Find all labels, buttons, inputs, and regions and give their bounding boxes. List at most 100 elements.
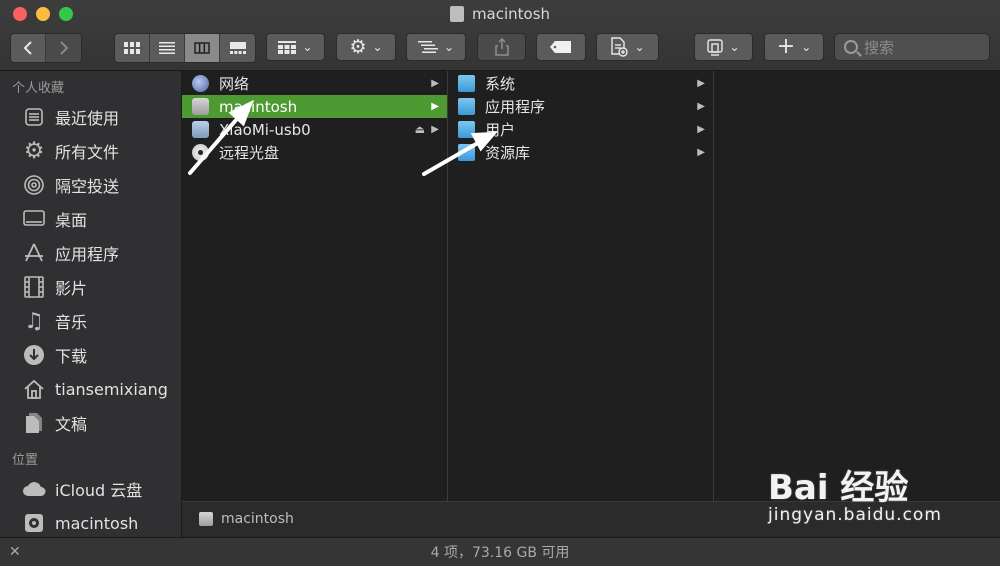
sidebar-item-label: tiansemixiang [55, 379, 168, 399]
list-item-applications[interactable]: 应用程序 ▶ [448, 95, 713, 118]
search-icon [844, 40, 858, 54]
eject-icon[interactable]: ⏏ [415, 123, 425, 136]
sidebar-item-downloads[interactable]: 下载 [0, 338, 181, 372]
applications-icon [22, 242, 46, 264]
tools-icon: ✕ [9, 544, 21, 560]
extension-button[interactable]: ⌄ [694, 33, 753, 61]
list-item-macintosh[interactable]: macintosh ▶ [182, 95, 447, 118]
tag-icon [550, 41, 571, 53]
sidebar-item-music[interactable]: ♫ 音乐 [0, 304, 181, 338]
folder-icon [458, 144, 475, 161]
sidebar-item-label: macintosh [55, 513, 139, 533]
list-item-system[interactable]: 系统 ▶ [448, 72, 713, 95]
sidebar-item-icloud[interactable]: iCloud 云盘 [0, 472, 181, 506]
list-icon [159, 42, 175, 54]
grid-icon [124, 42, 140, 54]
folder-icon [458, 98, 475, 115]
sidebar-item-label: 文稿 [55, 415, 88, 434]
chevron-down-icon: ⌄ [729, 40, 740, 54]
list-item-xiaomi-usb0[interactable]: XiaoMi-usb0 ⏏ ▶ [182, 118, 447, 141]
music-icon: ♫ [24, 308, 44, 334]
group-grid-icon [278, 40, 297, 54]
finder-window: macintosh ⌄ ⚙ ⌄ ⌄ ⌄ ⌄ + ⌄ 搜索 个人收藏 最近使用 ⚙ 所有… [0, 0, 1000, 566]
view-mode-control [114, 33, 256, 63]
sidebar-item-documents[interactable]: 文稿 [0, 406, 181, 440]
list-item-remote-disc[interactable]: 远程光盘 [182, 141, 447, 164]
sidebar-item-all-files[interactable]: ⚙ 所有文件 [0, 134, 181, 168]
sidebar-item-airdrop[interactable]: 隔空投送 [0, 168, 181, 202]
baidu-watermark: Bai 经验 jingyan.baidu.com [768, 460, 968, 525]
group-button[interactable]: ⌄ [266, 33, 325, 61]
nav-buttons [10, 33, 82, 63]
share-button[interactable] [477, 33, 526, 61]
search-placeholder: 搜索 [864, 38, 895, 57]
airdrop-icon [22, 174, 46, 196]
chevron-down-icon: ⌄ [801, 40, 812, 54]
column-1: 网络 ▶ macintosh ▶ XiaoMi-usb0 ⏏ ▶ 远程光盘 [182, 71, 448, 501]
globe-icon [192, 75, 209, 92]
new-document-button[interactable]: ⌄ [596, 33, 659, 61]
chevron-right-icon [59, 41, 68, 55]
gallery-view-button[interactable] [220, 34, 255, 62]
status-bar: ✕ 4 项，73.16 GB 可用 [0, 537, 1000, 566]
chevron-down-icon: ⌄ [443, 40, 455, 54]
disk-icon [192, 98, 209, 115]
sidebar-item-movies[interactable]: 影片 [0, 270, 181, 304]
sidebar-item-label: 影片 [55, 279, 88, 298]
back-button[interactable] [11, 34, 46, 62]
sidebar-item-recents[interactable]: 最近使用 [0, 100, 181, 134]
chevron-left-icon [23, 41, 32, 55]
search-field[interactable]: 搜索 [834, 33, 990, 61]
sidebar-item-label: iCloud 云盘 [55, 481, 143, 500]
sidebar-item-label: 最近使用 [55, 109, 120, 128]
toolbar: macintosh ⌄ ⚙ ⌄ ⌄ ⌄ ⌄ + ⌄ 搜索 [0, 0, 1000, 71]
gear-icon: ⚙ [349, 36, 367, 58]
forward-button[interactable] [46, 34, 81, 62]
arrange-icon [417, 41, 438, 53]
item-label: 远程光盘 [219, 144, 280, 162]
sidebar: 个人收藏 最近使用 ⚙ 所有文件 隔空投送 桌面 应用程序 影片 ♫ 音乐 下载 t… [0, 71, 182, 537]
sidebar-item-macintosh[interactable]: macintosh [0, 506, 181, 537]
list-view-button[interactable] [150, 34, 185, 62]
list-item-library[interactable]: 资源库 ▶ [448, 141, 713, 164]
item-label: macintosh [219, 97, 298, 116]
arrange-button[interactable]: ⌄ [406, 33, 466, 61]
usb-icon [707, 39, 724, 56]
tag-button[interactable] [536, 33, 586, 61]
watermark-sub: jingyan.baidu.com [768, 505, 942, 525]
sidebar-item-label: 音乐 [55, 313, 88, 332]
item-label: XiaoMi-usb0 [219, 120, 311, 139]
disclosure-arrow-icon: ▶ [431, 101, 439, 112]
item-label: 用户 [485, 121, 516, 139]
add-button[interactable]: + ⌄ [764, 33, 824, 61]
sidebar-item-home[interactable]: tiansemixiang [0, 372, 181, 406]
disk-icon [449, 6, 464, 22]
cloud-icon [22, 478, 46, 500]
disclosure-arrow-icon: ▶ [697, 101, 705, 112]
window-title: macintosh [0, 5, 1000, 23]
column-view-button[interactable] [185, 34, 220, 62]
gallery-icon [229, 42, 246, 54]
path-bar-item[interactable]: macintosh [221, 511, 294, 527]
disclosure-arrow-icon: ▶ [431, 124, 439, 135]
sidebar-item-desktop[interactable]: 桌面 [0, 202, 181, 236]
list-item-users[interactable]: 用户 ▶ [448, 118, 713, 141]
home-icon [22, 378, 46, 400]
column-2: 系统 ▶ 应用程序 ▶ 用户 ▶ 资源库 ▶ [448, 71, 714, 501]
disclosure-arrow-icon: ▶ [697, 147, 705, 158]
icon-view-button[interactable] [115, 34, 150, 62]
sidebar-item-applications[interactable]: 应用程序 [0, 236, 181, 270]
item-label: 应用程序 [485, 98, 546, 116]
window-title-text: macintosh [471, 5, 551, 23]
disk-icon [199, 512, 213, 526]
disclosure-arrow-icon: ▶ [697, 124, 705, 135]
item-label: 系统 [485, 75, 516, 93]
documents-icon [22, 412, 46, 434]
chevron-down-icon: ⌄ [634, 40, 645, 54]
folder-icon [458, 121, 475, 138]
action-button[interactable]: ⚙ ⌄ [336, 33, 396, 61]
columns-icon [194, 42, 210, 54]
chevron-down-icon: ⌄ [372, 40, 383, 54]
disclosure-arrow-icon: ▶ [697, 78, 705, 89]
list-item-network[interactable]: 网络 ▶ [182, 72, 447, 95]
